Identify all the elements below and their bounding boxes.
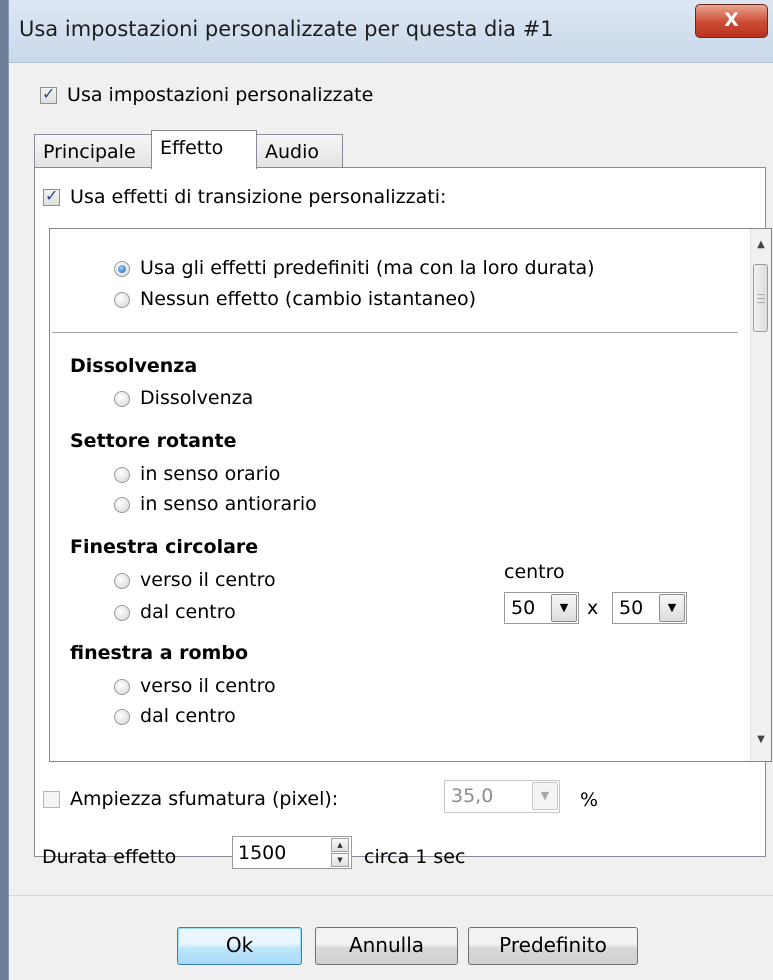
radio-label: verso il centro [140,675,276,697]
radio-icon[interactable] [114,572,130,589]
scroll-up-icon[interactable]: ▲ [751,239,771,250]
grip-icon: — — — [757,290,765,307]
custom-transition-label: Usa effetti di transizione personalizzat… [70,186,447,208]
radio-icon[interactable] [114,678,130,695]
radio-default-effects-label: Usa gli effetti predefiniti (ma con la l… [140,257,595,279]
radio-label: in senso antiorario [140,493,317,515]
duration-spinner[interactable]: 1500 ▲ ▼ [232,836,352,869]
vertical-scrollbar[interactable]: ▲ — — — ▼ [750,229,771,761]
radio-icon[interactable] [114,466,130,483]
scroll-thumb[interactable]: — — — [753,264,768,332]
dialog-content: Usa impostazioni personalizzate Principa… [9,63,773,980]
radio-icon[interactable] [114,604,130,621]
chevron-down-icon[interactable]: ▼ [659,594,685,622]
radio-default-effects[interactable]: Usa gli effetti predefiniti (ma con la l… [114,257,595,279]
radio-label: dal centro [140,705,236,727]
radio-no-effect[interactable]: Nessun effetto (cambio istantaneo) [114,288,476,310]
radio-no-effect-label: Nessun effetto (cambio istantaneo) [140,288,477,310]
close-button[interactable]: X [695,4,768,38]
custom-settings-check-icon[interactable] [40,84,57,104]
group-heading-dissolvenza: Dissolvenza [70,355,198,377]
dialog-window: Usa impostazioni personalizzate per ques… [8,0,773,980]
custom-transition-check-icon[interactable] [43,186,60,206]
list-separator [52,332,738,333]
center-y-dropdown[interactable]: 50 ▼ [612,592,687,624]
tab-effetto[interactable]: Effetto [151,130,257,169]
center-x-dropdown[interactable]: 50 ▼ [504,592,579,624]
radio-circle-inward[interactable]: verso il centro [114,569,276,591]
center-x-value: 50 [511,597,536,619]
feather-checkbox[interactable]: Ampiezza sfumatura (pixel): [43,788,338,810]
feather-check-icon[interactable] [43,791,60,808]
radio-dissolvenza[interactable]: Dissolvenza [114,387,253,409]
center-y-value: 50 [619,597,644,619]
ok-button[interactable]: Ok [177,927,302,965]
group-heading-finestra-rombo: finestra a rombo [70,642,249,664]
custom-settings-label: Usa impostazioni personalizzate [67,84,374,106]
custom-settings-checkbox[interactable]: Usa impostazioni personalizzate [40,84,373,106]
effect-tab-panel: Usa effetti di transizione personalizzat… [34,167,772,857]
tab-principale[interactable]: Principale [34,134,152,168]
radio-counterclockwise[interactable]: in senso antiorario [114,493,317,515]
duration-value[interactable]: 1500 [238,842,286,864]
spin-up-icon[interactable]: ▲ [331,838,349,852]
duration-label: Durata effetto [42,846,177,868]
radio-icon[interactable] [114,291,130,308]
group-heading-settore-rotante: Settore rotante [70,430,237,452]
scroll-down-icon[interactable]: ▼ [751,734,771,745]
custom-transition-checkbox[interactable]: Usa effetti di transizione personalizzat… [43,186,446,208]
radio-circle-outward[interactable]: dal centro [114,601,236,623]
center-label: centro [504,561,565,583]
radio-label: Dissolvenza [140,387,254,409]
radio-diamond-outward[interactable]: dal centro [114,705,236,727]
group-heading-finestra-circolare: Finestra circolare [70,536,259,558]
default-button[interactable]: Predefinito [468,927,638,965]
radio-icon[interactable] [114,390,130,407]
chevron-down-icon[interactable]: ▼ [532,782,558,810]
window-title: Usa impostazioni personalizzate per ques… [19,17,554,41]
feather-value: 35,0 [451,785,494,807]
duration-hint: circa 1 sec [364,846,466,868]
chevron-down-icon[interactable]: ▼ [551,594,577,622]
radio-diamond-inward[interactable]: verso il centro [114,675,276,697]
radio-label: in senso orario [140,463,281,485]
tab-audio[interactable]: Audio [256,134,343,168]
title-bar: Usa impostazioni personalizzate per ques… [9,0,773,63]
radio-icon[interactable] [114,708,130,725]
radio-label: dal centro [140,601,236,623]
feather-label: Ampiezza sfumatura (pixel): [70,788,339,810]
radio-clockwise[interactable]: in senso orario [114,463,280,485]
center-separator: x [587,597,599,619]
transition-effects-list[interactable]: Usa gli effetti predefiniti (ma con la l… [49,228,772,762]
radio-selected-icon[interactable] [114,260,130,277]
feather-amount-dropdown[interactable]: 35,0 ▼ [444,780,560,813]
radio-icon[interactable] [114,496,130,513]
cancel-button[interactable]: Annulla [315,927,458,965]
spin-down-icon[interactable]: ▼ [331,853,349,867]
feather-unit: % [580,789,599,811]
radio-label: verso il centro [140,569,276,591]
footer-divider [9,895,773,896]
